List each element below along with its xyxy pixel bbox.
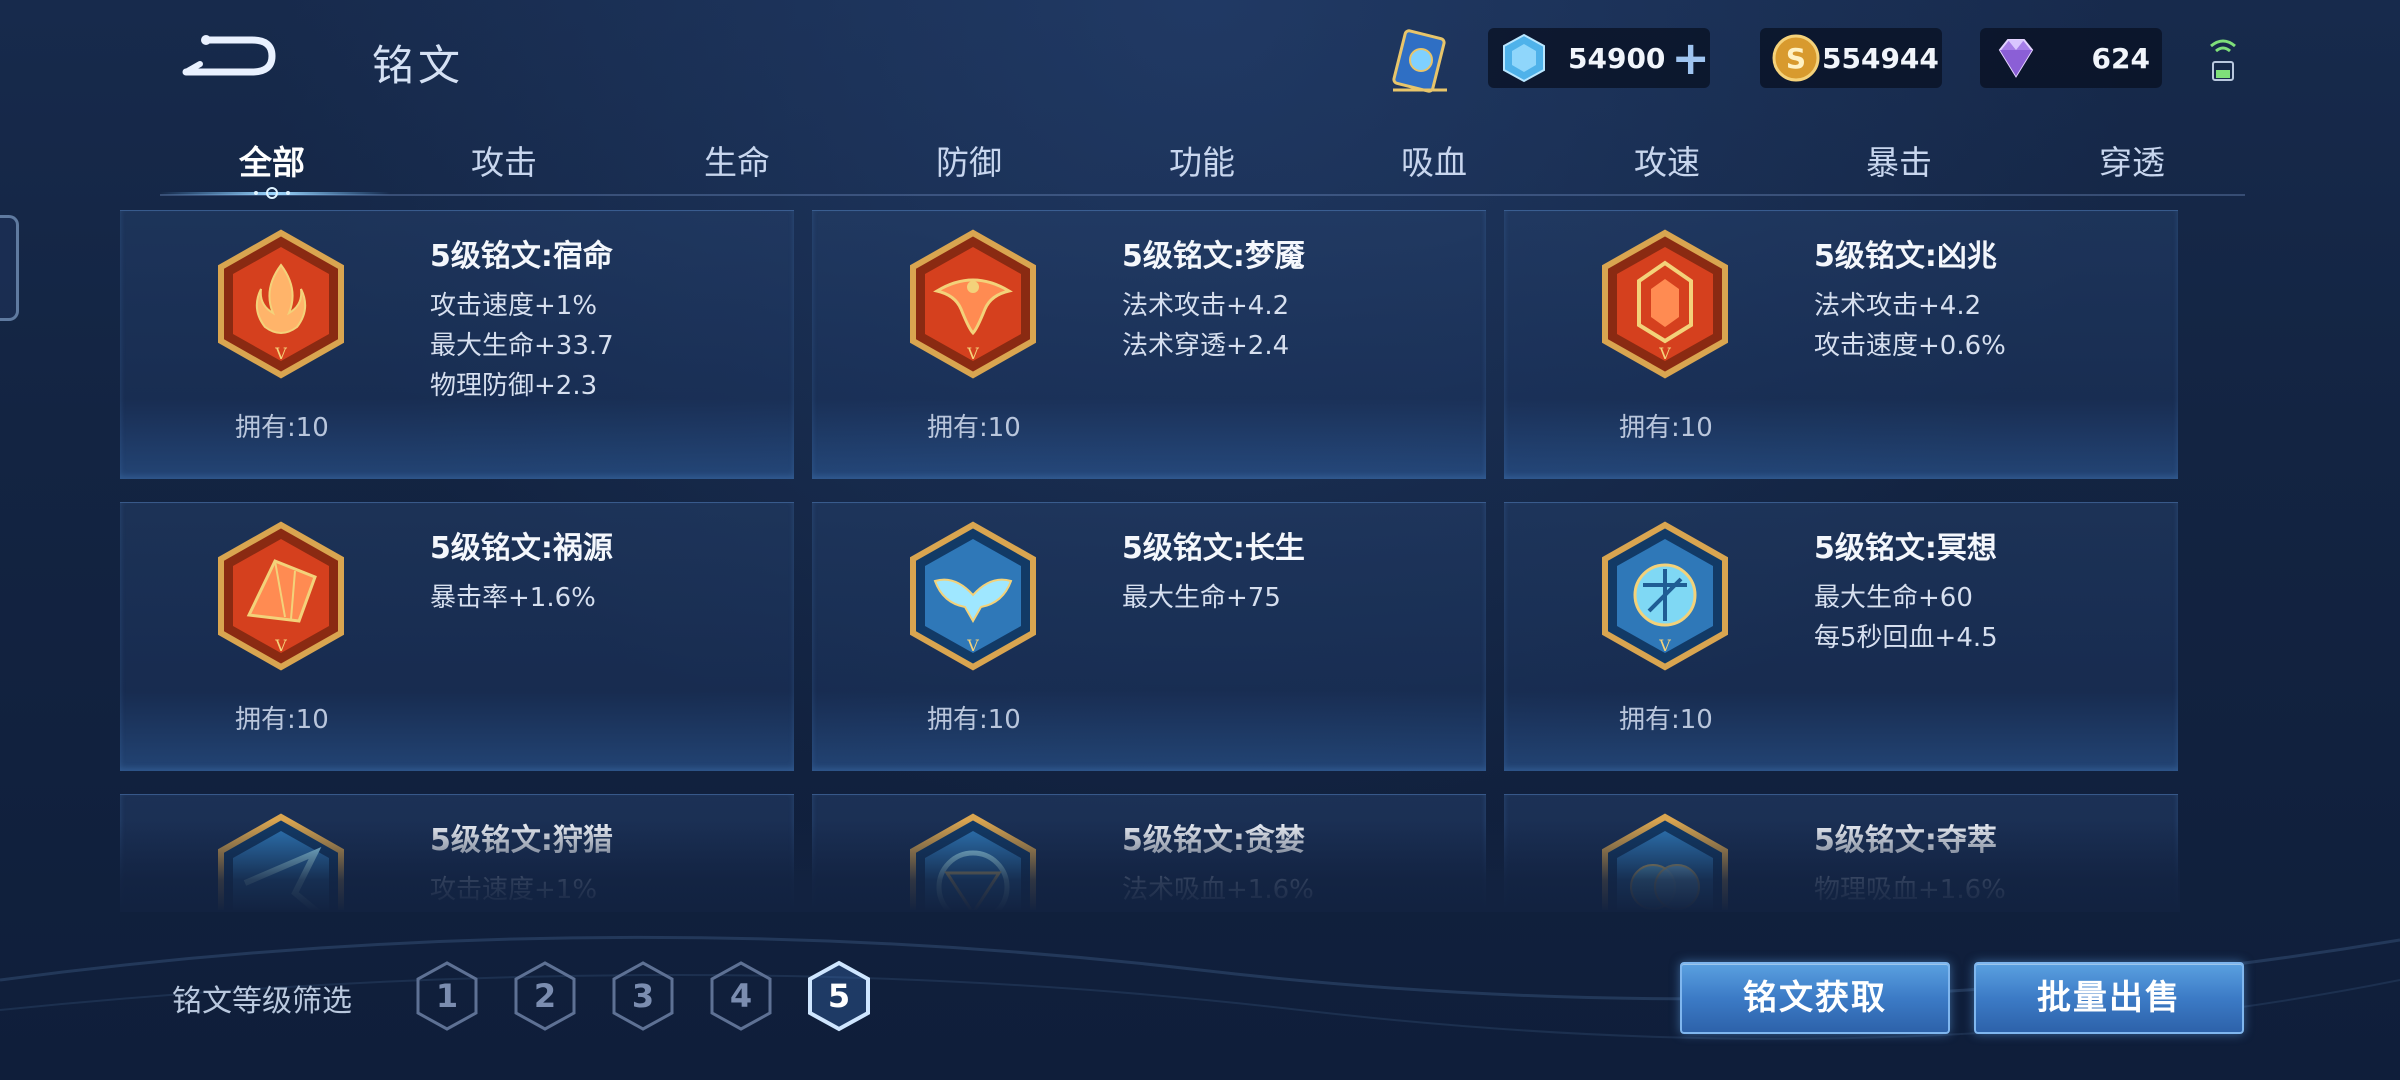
category-tabs: 全部 攻击 生命 防御 功能 吸血 攻速 暴击 穿透 <box>160 128 2245 199</box>
inscription-stat: 法术穿透+2.4 <box>1122 331 1290 361</box>
inscription-name: 5级铭文:冥想 <box>1814 531 1997 566</box>
tab-all[interactable]: 全部 <box>197 136 347 184</box>
tab-critical[interactable]: 暴击 <box>1824 136 1974 184</box>
inscription-stat: 攻击速度+1% <box>430 291 598 321</box>
inscription-red-emblem-icon: V <box>1602 229 1728 379</box>
crystal-icon <box>1503 33 1545 83</box>
gold-balance: S 554944 <box>1760 28 1942 88</box>
inscription-name: 5级铭文:宿命 <box>430 239 613 274</box>
level-filter-3[interactable]: 3 <box>610 960 676 1032</box>
inscription-stat: 暴击率+1.6% <box>430 583 596 613</box>
level-filter-label: 铭文等级筛选 <box>172 984 352 1019</box>
inscription-stat: 最大生命+75 <box>1122 583 1281 613</box>
tab-utility[interactable]: 功能 <box>1127 136 1277 184</box>
page-title: 铭文 <box>372 41 465 90</box>
inscription-card[interactable]: V 5级铭文:祸源 暴击率+1.6% 拥有:10 <box>120 502 794 771</box>
inscription-name: 5级铭文:凶兆 <box>1814 239 1997 274</box>
inscription-card[interactable]: V 5级铭文:梦魇 法术攻击+4.2 法术穿透+2.4 拥有:10 <box>812 210 1486 479</box>
svg-text:V: V <box>274 636 287 655</box>
owned-count: 拥有:10 <box>235 413 329 443</box>
tab-penetration[interactable]: 穿透 <box>2057 136 2207 184</box>
inscription-blue-emblem-icon <box>1602 813 1728 910</box>
svg-text:V: V <box>966 636 979 655</box>
owned-count: 拥有:10 <box>927 705 1021 735</box>
inscription-blue-emblem-icon <box>218 813 344 910</box>
inscription-card[interactable]: 5级铭文:狩猎 攻击速度+1% <box>120 794 794 910</box>
inscription-blue-emblem-icon: V <box>1602 521 1728 671</box>
inscription-name: 5级铭文:梦魇 <box>1122 239 1305 274</box>
inscription-name: 5级铭文:狩猎 <box>430 823 613 858</box>
inscription-name: 5级铭文:长生 <box>1122 531 1305 566</box>
inscription-blue-emblem-icon: V <box>910 521 1036 671</box>
inscription-stat: 物理吸血+1.6% <box>1814 875 2006 905</box>
inscription-card[interactable]: V 5级铭文:凶兆 法术攻击+4.2 攻击速度+0.6% 拥有:10 <box>1504 210 2178 479</box>
diamond-icon <box>1998 39 2034 78</box>
svg-text:S: S <box>1786 42 1806 75</box>
inscription-stat: 每5秒回血+4.5 <box>1814 623 1998 653</box>
svg-text:V: V <box>1658 636 1671 655</box>
inscription-red-emblem-icon: V <box>218 521 344 671</box>
inscription-card[interactable]: 5级铭文:夺萃 物理吸血+1.6% <box>1504 794 2178 910</box>
svg-text:V: V <box>966 344 979 363</box>
inscription-card-icon[interactable] <box>1385 26 1455 100</box>
inscription-stat: 攻击速度+1% <box>430 875 598 905</box>
level-filter-1[interactable]: 1 <box>414 960 480 1032</box>
level-filter-4[interactable]: 4 <box>708 960 774 1032</box>
inscription-stat: 物理防御+2.3 <box>430 371 598 401</box>
tab-lifesteal[interactable]: 吸血 <box>1359 136 1509 184</box>
inscription-name: 5级铭文:贪婪 <box>1122 823 1305 858</box>
inscription-stat: 法术吸血+1.6% <box>1122 875 1314 905</box>
coupon-amount: 54900 <box>1568 41 1666 75</box>
tab-attack-speed[interactable]: 攻速 <box>1592 136 1742 184</box>
gem-balance: 624 <box>1980 28 2162 88</box>
back-arrow-icon <box>182 35 276 76</box>
gold-coin-icon: S <box>1772 34 1820 82</box>
inscription-red-emblem-icon: V <box>910 229 1036 379</box>
inscription-card[interactable]: V 5级铭文:冥想 最大生命+60 每5秒回血+4.5 拥有:10 <box>1504 502 2178 771</box>
inscription-card[interactable]: V 5级铭文:宿命 攻击速度+1% 最大生命+33.7 物理防御+2.3 拥有:… <box>120 210 794 479</box>
owned-count: 拥有:10 <box>1619 413 1713 443</box>
tab-attack[interactable]: 攻击 <box>429 136 579 184</box>
back-button[interactable] <box>178 30 278 84</box>
gold-amount: 554944 <box>1822 41 1939 75</box>
tab-health[interactable]: 生命 <box>662 136 812 184</box>
inscription-card[interactable]: 5级铭文:贪婪 法术吸血+1.6% <box>812 794 1486 910</box>
level-filter-5[interactable]: 5 <box>806 960 872 1032</box>
signal-status-icon <box>2210 39 2236 81</box>
inscription-red-emblem-icon: V <box>218 229 344 379</box>
inscription-stat: 最大生命+60 <box>1814 583 1973 613</box>
get-inscription-button[interactable]: 铭文获取 <box>1680 962 1950 1034</box>
inscription-stat: 法术攻击+4.2 <box>1814 291 1982 321</box>
active-tab-indicator <box>160 187 390 199</box>
batch-sell-button[interactable]: 批量出售 <box>1974 962 2244 1034</box>
inscription-stat: 法术攻击+4.2 <box>1122 291 1290 321</box>
inscription-name: 5级铭文:祸源 <box>430 531 613 566</box>
gem-amount: 624 <box>2091 41 2150 75</box>
owned-count: 拥有:10 <box>927 413 1021 443</box>
inscription-stat: 最大生命+33.7 <box>430 331 614 361</box>
tab-defense[interactable]: 防御 <box>894 136 1044 184</box>
svg-text:V: V <box>1658 344 1671 363</box>
side-drawer-handle[interactable] <box>0 215 19 321</box>
owned-count: 拥有:10 <box>235 705 329 735</box>
coupon-balance: 54900 + <box>1488 28 1710 88</box>
inscription-blue-emblem-icon <box>910 813 1036 910</box>
svg-text:V: V <box>274 344 287 363</box>
owned-count: 拥有:10 <box>1619 705 1713 735</box>
inscription-name: 5级铭文:夺萃 <box>1814 823 1997 858</box>
inscription-card[interactable]: V 5级铭文:长生 最大生命+75 拥有:10 <box>812 502 1486 771</box>
level-filter-2[interactable]: 2 <box>512 960 578 1032</box>
add-coupon-button[interactable]: + <box>1671 35 1710 81</box>
inscription-grid: V 5级铭文:宿命 攻击速度+1% 最大生命+33.7 物理防御+2.3 拥有:… <box>120 210 2180 910</box>
inscription-stat: 攻击速度+0.6% <box>1814 331 2006 361</box>
